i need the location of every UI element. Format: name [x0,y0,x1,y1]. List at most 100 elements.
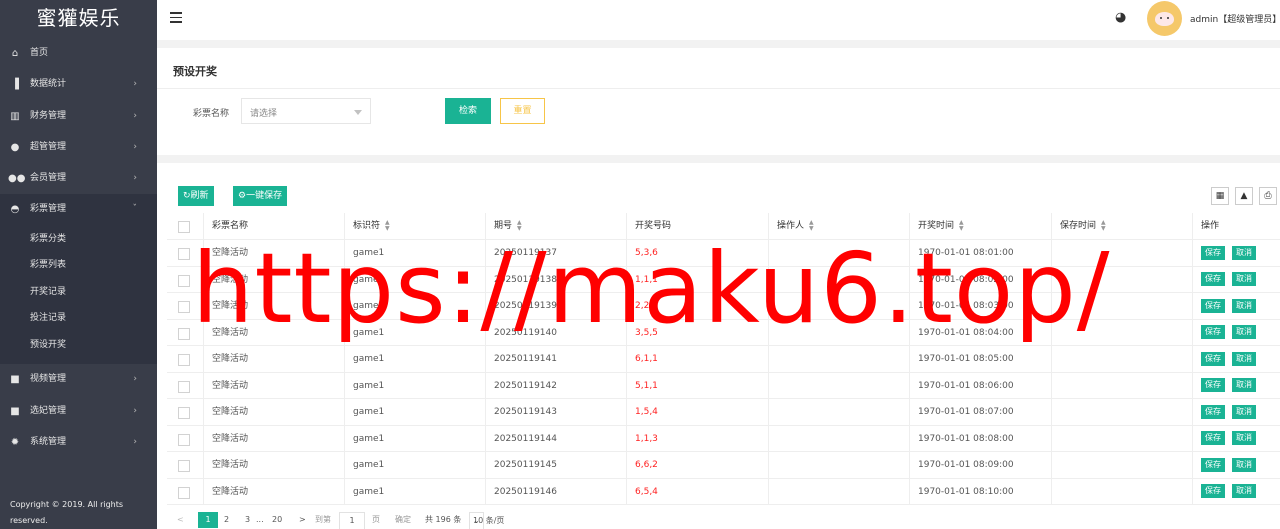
page-unit-label: 页 [372,515,380,524]
sidebar-item-label: 系统管理 [30,436,67,447]
save-button[interactable]: 保存 [1201,325,1225,339]
sidebar: 蜜獾娱乐 ⌂ 首页 ▐ 数据统计 › ▥ 财务管理 › ● 超管管理 › ●● … [0,0,157,529]
divider [157,88,1280,89]
search-button[interactable]: 检索 [445,98,491,124]
cancel-button[interactable]: 取消 [1232,457,1256,472]
cell-lottery-name: 空降活动 [204,452,345,478]
sidebar-item-selection[interactable]: ■ 选妃管理 › [0,396,157,427]
page-size-select[interactable]: 10 条/页 ⌄ [469,512,504,529]
sidebar-item-members[interactable]: ●● 会员管理 › [0,163,157,194]
cancel-button[interactable]: 取消 [1232,431,1256,445]
gamepad-icon: ◓ [10,204,20,216]
save-button[interactable]: 保存 [1201,484,1225,498]
page-3-button[interactable]: 3 [245,512,250,528]
cell-key: game1 [345,478,486,504]
sidebar-item-lottery[interactable]: ◓ 彩票管理 ˇ [0,194,157,226]
sidebar-item-statistics[interactable]: ▐ 数据统计 › [0,69,157,100]
sort-icon: ▲ ▼ [959,218,964,232]
cell-actions: 保存 取消 [1193,399,1280,425]
prev-page-button[interactable]: < [177,512,184,528]
sidebar-item-system[interactable]: ✹ 系统管理 › [0,427,157,458]
sidebar-item-label: 首页 [30,48,49,58]
row-checkbox[interactable] [178,327,190,340]
user-name[interactable]: admin【超级管理员】 [1190,12,1280,25]
row-checkbox[interactable] [178,407,190,419]
page-2-button[interactable]: 2 [224,512,229,528]
cancel-button[interactable]: 取消 [1232,272,1256,286]
sidebar-item-super-admin[interactable]: ● 超管管理 › [0,132,157,163]
lottery-name-select[interactable]: 请选择 [241,98,371,124]
cell-numbers[interactable]: 6,6,2 [627,452,769,478]
sidebar-subitem-lottery-category[interactable]: 彩票分类 [0,225,157,253]
save-button[interactable]: 保存 [1201,245,1225,260]
users-icon: ●● [8,173,26,185]
table-row: 空降活动 game1 20250119146 6,5,4 1970-01-01 08:1… [167,478,1280,505]
next-page-button[interactable]: > [299,512,306,528]
sidebar-item-label: 彩票管理 [30,204,67,215]
page-20-button[interactable]: 20 [272,512,282,528]
sidebar-subitem-bet-records[interactable]: 投注记录 [0,305,157,332]
cell-numbers[interactable]: 6,1,1 [627,346,769,372]
row-checkbox[interactable] [178,274,190,287]
select-all-checkbox[interactable] [178,221,190,233]
table-row: 空降活动 game1 20250119144 1,1,3 1970-01-01 08:0… [167,425,1280,452]
cancel-button[interactable]: 取消 [1232,484,1256,498]
cell-numbers[interactable]: 1,5,4 [627,399,769,425]
page-1-button[interactable]: 1 [198,512,218,528]
save-button[interactable]: 保存 [1201,431,1225,445]
refresh-button[interactable]: ↻刷新 [178,186,214,206]
cell-numbers[interactable]: 5,1,1 [627,372,769,398]
row-checkbox[interactable] [178,460,190,472]
save-button[interactable]: 保存 [1201,272,1225,286]
sidebar-item-video[interactable]: ■ 视频管理 › [0,364,157,395]
sidebar-subitem-lottery-list[interactable]: 彩票列表 [0,252,157,279]
cancel-button[interactable]: 取消 [1232,298,1256,313]
cell-actions: 保存 取消 [1193,479,1280,505]
print-icon[interactable]: ⎙ [1259,187,1277,205]
menu-toggle-icon[interactable] [170,12,182,26]
checkbox-cell [167,425,204,451]
export-icon[interactable]: ▲ [1235,187,1253,205]
save-button[interactable]: 保存 [1201,351,1225,366]
user-icon: ● [10,141,20,153]
cancel-button[interactable]: 取消 [1232,325,1256,339]
cell-save-time [1052,478,1193,504]
cancel-button[interactable]: 取消 [1232,378,1256,392]
save-button[interactable]: 保存 [1201,298,1225,313]
row-checkbox[interactable] [178,301,190,313]
row-checkbox[interactable] [178,380,190,393]
goto-page-input[interactable]: 1 [339,512,365,529]
columns-icon[interactable]: ▦ [1211,187,1229,205]
sidebar-subitem-draw-records[interactable]: 开奖记录 [0,278,157,306]
sidebar-item-label: 财务管理 [30,110,67,121]
cancel-button[interactable]: 取消 [1232,351,1256,366]
top-header: ◕ admin【超级管理员】 [157,0,1280,40]
cancel-button[interactable]: 取消 [1232,404,1256,419]
palette-icon[interactable]: ◕ [1115,10,1126,25]
save-all-button[interactable]: ⚙一键保存 [233,186,288,206]
row-checkbox[interactable] [178,433,190,446]
cell-numbers[interactable]: 6,5,4 [627,478,769,504]
cell-key: game1 [345,346,486,372]
save-button[interactable]: 保存 [1201,457,1225,472]
cell-issue: 20250119142 [486,372,627,398]
row-checkbox[interactable] [178,354,190,366]
table-row: 空降活动 game1 20250119143 1,5,4 1970-01-01 08:0… [167,399,1280,426]
save-button[interactable]: 保存 [1201,378,1225,392]
sidebar-item-finance[interactable]: ▥ 财务管理 › [0,101,157,132]
row-checkbox[interactable] [178,248,190,260]
sidebar-subitem-preset-draw[interactable]: 预设开奖 [0,331,157,359]
chevron-right-icon: › [133,173,137,184]
cell-numbers[interactable]: 1,1,3 [627,425,769,451]
refresh-icon: ↻ [183,191,191,201]
avatar[interactable] [1147,1,1182,36]
save-button[interactable]: 保存 [1201,404,1225,419]
reset-button[interactable]: 重置 [500,98,545,124]
cancel-button[interactable]: 取消 [1232,245,1256,260]
column-header: 操作 [1201,221,1220,231]
chevron-down-icon: ˇ [132,204,138,215]
cell-actions: 保存 取消 [1193,293,1280,319]
row-checkbox[interactable] [178,486,190,499]
goto-confirm-button[interactable]: 确定 [395,512,411,528]
sidebar-item-home[interactable]: ⌂ 首页 [0,38,157,69]
